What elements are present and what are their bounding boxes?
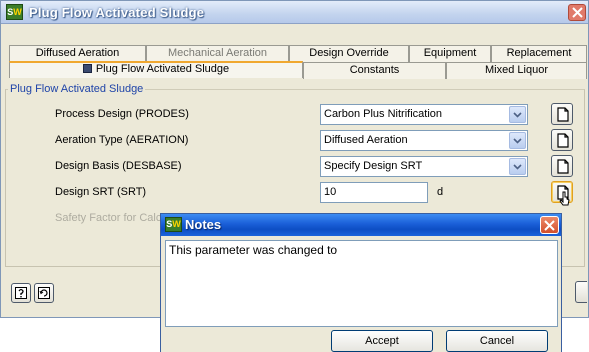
document-icon: [557, 133, 569, 148]
document-icon: [557, 107, 569, 122]
notes-textarea[interactable]: This parameter was changed to: [165, 240, 558, 327]
aeration-type-select[interactable]: Diffused Aeration: [320, 130, 528, 151]
select-value: Carbon Plus Nitrification: [324, 108, 442, 120]
process-design-select[interactable]: Carbon Plus Nitrification: [320, 104, 528, 125]
design-srt-unit: d: [437, 186, 444, 198]
dialog-title: Notes: [185, 217, 222, 232]
tab-design-override[interactable]: Design Override: [289, 45, 409, 62]
close-icon: [572, 7, 583, 18]
tab-plug-flow-activated-sludge[interactable]: Plug Flow Activated Sludge: [9, 61, 303, 78]
grid-icon: [82, 64, 92, 73]
safety-factor-label: Safety Factor for Calc: [55, 212, 162, 224]
tab-replacement[interactable]: Replacement: [491, 45, 587, 62]
dropdown-button[interactable]: [509, 106, 526, 123]
help-icon: [15, 287, 27, 299]
title-bar: SW Plug Flow Activated Sludge: [1, 1, 588, 24]
cancel-button[interactable]: Cancel: [446, 330, 548, 352]
tab-equipment[interactable]: Equipment: [409, 45, 491, 62]
design-basis-notes-button[interactable]: [551, 155, 573, 177]
tab-diffused-aeration[interactable]: Diffused Aeration: [9, 45, 146, 62]
dialog-close-button[interactable]: [540, 216, 559, 234]
app-icon: SW: [165, 217, 182, 232]
design-basis-select[interactable]: Specify Design SRT: [320, 156, 528, 177]
aeration-type-label: Aeration Type (AERATION): [55, 134, 189, 146]
close-icon: [544, 220, 555, 231]
chevron-down-icon: [513, 164, 522, 170]
group-label: Plug Flow Activated Sludge: [8, 83, 146, 95]
app-icon: SW: [6, 4, 23, 20]
select-value: Specify Design SRT: [324, 160, 423, 172]
notes-text: This parameter was changed to: [169, 243, 338, 257]
accept-button[interactable]: Accept: [331, 330, 433, 352]
process-design-label: Process Design (PRODES): [55, 108, 189, 120]
chevron-down-icon: [513, 138, 522, 144]
design-basis-label: Design Basis (DESBASE): [55, 160, 182, 172]
dropdown-button[interactable]: [509, 132, 526, 149]
tab-mechanical-aeration[interactable]: Mechanical Aeration: [146, 45, 289, 62]
design-srt-input[interactable]: 10: [320, 182, 428, 203]
refresh-button[interactable]: [34, 283, 54, 303]
process-design-notes-button[interactable]: [551, 103, 573, 125]
tab-mixed-liquor[interactable]: Mixed Liquor: [446, 62, 587, 79]
mouse-cursor-icon: [559, 191, 571, 214]
window-title: Plug Flow Activated Sludge: [29, 5, 205, 20]
window-close-button[interactable]: [568, 4, 586, 21]
input-value: 10: [324, 186, 337, 198]
document-icon: [557, 159, 569, 174]
tab-label: Plug Flow Activated Sludge: [95, 63, 230, 75]
dropdown-button[interactable]: [509, 158, 526, 175]
select-value: Diffused Aeration: [324, 134, 408, 146]
help-button[interactable]: [11, 283, 31, 303]
ok-button-edge[interactable]: [575, 281, 587, 303]
chevron-down-icon: [513, 112, 522, 118]
notes-dialog: SW Notes This parameter was changed to A…: [160, 213, 562, 352]
aeration-type-notes-button[interactable]: [551, 129, 573, 151]
refresh-icon: [38, 287, 50, 299]
dialog-title-bar: SW Notes: [161, 214, 561, 236]
design-srt-label: Design SRT (SRT): [55, 186, 147, 198]
tab-constants[interactable]: Constants: [303, 62, 446, 79]
